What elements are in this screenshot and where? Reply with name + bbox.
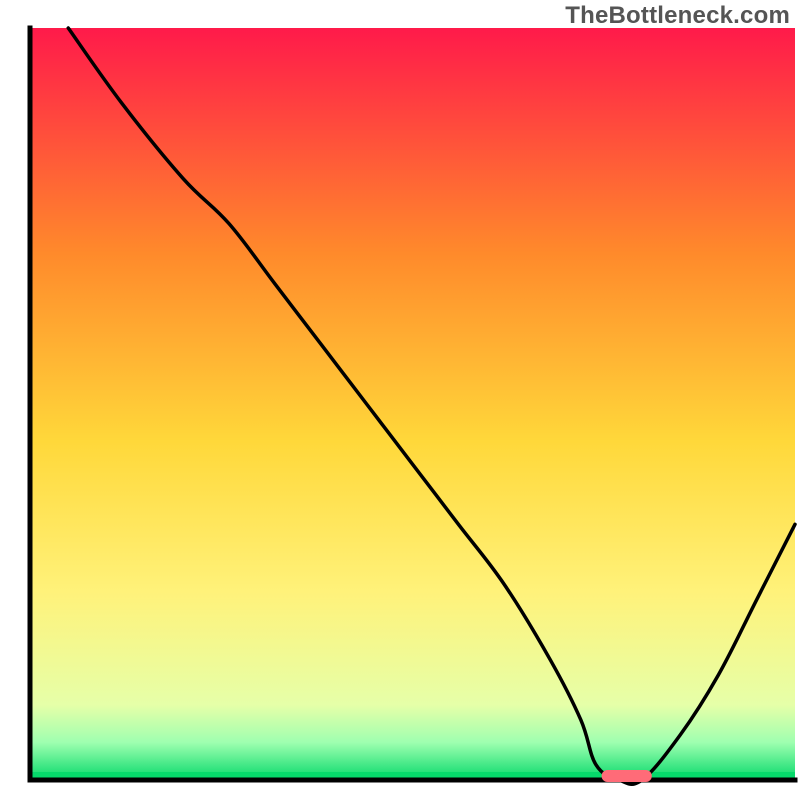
bottleneck-chart	[0, 0, 800, 800]
chart-root: TheBottleneck.com	[0, 0, 800, 800]
gradient-background	[30, 28, 795, 780]
watermark-text: TheBottleneck.com	[565, 2, 790, 30]
